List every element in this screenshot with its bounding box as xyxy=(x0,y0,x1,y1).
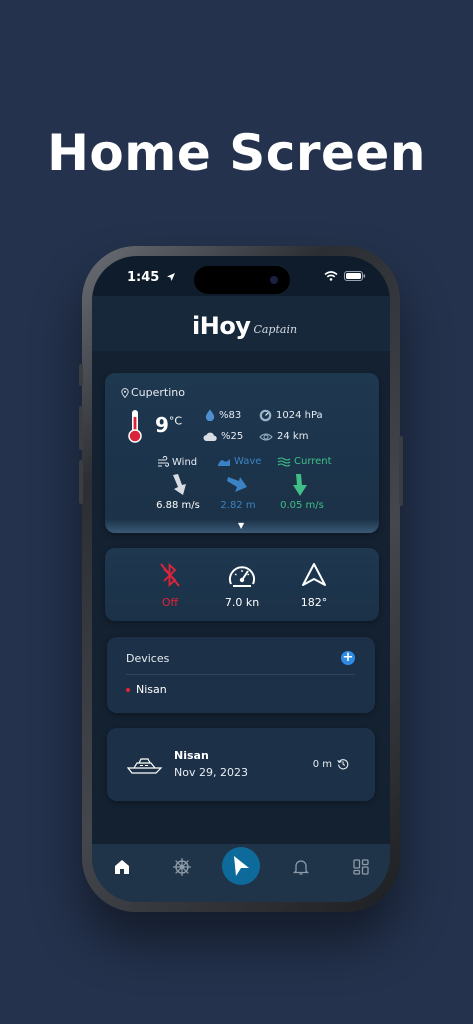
boat-icon xyxy=(127,758,163,774)
cloud-icon xyxy=(203,432,217,441)
devices-title: Devices xyxy=(126,652,170,665)
wifi-icon xyxy=(324,271,338,281)
app-header: iHoy Captain xyxy=(92,296,390,351)
logo-main-text: iHoy xyxy=(192,312,251,340)
history-icon[interactable] xyxy=(337,758,349,770)
pressure-gauge-icon xyxy=(259,409,272,422)
status-time: 1:45 xyxy=(127,270,176,285)
temperature-value: 9°C xyxy=(155,413,182,437)
humidity-stat: %83 xyxy=(205,409,241,421)
compass-arrow-icon xyxy=(302,563,326,586)
pressure-text: 1024 hPa xyxy=(276,410,323,421)
pressure-stat: 1024 hPa xyxy=(259,409,323,422)
home-icon xyxy=(115,860,129,874)
heading-display: 182° xyxy=(279,562,349,609)
speed-display: 7.0 kn xyxy=(207,562,277,609)
helm-icon xyxy=(173,858,191,876)
visibility-stat: 24 km xyxy=(259,431,308,442)
location-arrow-icon xyxy=(166,273,175,281)
wave-label-text: Wave xyxy=(234,456,262,467)
wind-icon xyxy=(158,456,169,467)
wave-icon xyxy=(218,458,230,466)
trip-date: Nov 29, 2023 xyxy=(174,766,248,779)
devices-divider xyxy=(126,674,355,675)
phone-power-button xyxy=(399,436,403,506)
thermometer-icon xyxy=(128,410,142,443)
heading-text: 182° xyxy=(300,596,328,609)
navigation-button[interactable] xyxy=(222,847,260,885)
device-name: Nisan xyxy=(136,683,167,696)
add-device-button[interactable]: + xyxy=(341,651,355,665)
current-icon xyxy=(277,456,291,467)
instruments-card: Off 7.0 kn 182° xyxy=(105,548,379,621)
dashboard-icon xyxy=(353,859,369,875)
chevron-down-icon[interactable]: ▼ xyxy=(238,521,244,530)
cloud-stat: %25 xyxy=(203,431,243,442)
trip-card[interactable]: Nisan Nov 29, 2023 0 m xyxy=(107,728,375,801)
water-drop-icon xyxy=(205,409,215,421)
wave-direction-arrow-icon xyxy=(227,477,247,492)
bell-icon xyxy=(292,860,310,875)
app-logo: iHoy Captain xyxy=(192,312,297,340)
status-icons xyxy=(324,271,366,281)
speedometer-icon xyxy=(229,566,255,587)
weather-expand-bar[interactable]: ▼ xyxy=(105,519,379,533)
speed-text: 7.0 kn xyxy=(224,596,260,609)
wave-label: Wave xyxy=(217,456,261,467)
wind-label-text: Wind xyxy=(172,456,198,468)
cloud-text: %25 xyxy=(221,431,244,442)
current-label: Current xyxy=(277,456,332,467)
current-direction-arrow-icon xyxy=(293,474,307,496)
location-text: Cupertino xyxy=(131,386,185,399)
logo-sub-text: Captain xyxy=(253,323,298,336)
phone-screen: 1:45 iHoy Captain Cupertino 9°C %83 %25 … xyxy=(92,256,390,902)
main-content: Cupertino 9°C %83 %25 1024 hPa 24 km Win… xyxy=(92,351,390,844)
wind-direction-arrow-icon xyxy=(173,474,186,495)
current-value: 0.05 m/s xyxy=(280,500,324,511)
phone-volume-down-button xyxy=(79,460,83,504)
tab-helm[interactable] xyxy=(172,857,192,881)
bluetooth-status-text: Off xyxy=(161,596,179,609)
trip-distance-text: 0 m xyxy=(312,758,332,770)
status-time-text: 1:45 xyxy=(127,270,160,285)
phone-mute-button xyxy=(79,364,83,386)
status-bar: 1:45 xyxy=(92,256,390,296)
eye-icon xyxy=(259,433,273,440)
trip-distance: 0 m xyxy=(313,758,349,770)
bluetooth-status[interactable]: Off xyxy=(135,562,205,609)
camera-dot xyxy=(270,276,278,284)
battery-icon xyxy=(344,271,366,281)
navigation-arrow-icon xyxy=(234,856,249,876)
wind-label: Wind xyxy=(157,456,197,468)
visibility-text: 24 km xyxy=(277,431,309,442)
bottom-tab-bar xyxy=(92,844,390,902)
location-label: Cupertino xyxy=(121,386,185,399)
tab-dashboard[interactable] xyxy=(352,858,370,880)
trip-boat-name: Nisan xyxy=(174,749,209,762)
device-list-item[interactable]: Nisan xyxy=(126,683,167,696)
phone-volume-up-button xyxy=(79,406,83,450)
tab-home[interactable] xyxy=(113,858,131,880)
humidity-text: %83 xyxy=(219,409,242,421)
tab-notifications[interactable] xyxy=(292,858,310,880)
weather-card[interactable]: Cupertino 9°C %83 %25 1024 hPa 24 km Win… xyxy=(105,373,379,533)
temperature-number: 9 xyxy=(155,413,169,437)
temperature-unit: °C xyxy=(168,414,183,428)
location-pin-icon xyxy=(121,387,129,398)
phone-frame: 1:45 iHoy Captain Cupertino 9°C %83 %25 … xyxy=(79,246,403,912)
device-status-dot xyxy=(126,687,130,692)
current-label-text: Current xyxy=(294,456,332,467)
wave-value: 2.82 m xyxy=(220,500,256,511)
devices-card: Devices + Nisan xyxy=(107,637,375,713)
page-headline: Home Screen xyxy=(47,124,426,182)
bluetooth-off-icon xyxy=(160,562,180,588)
